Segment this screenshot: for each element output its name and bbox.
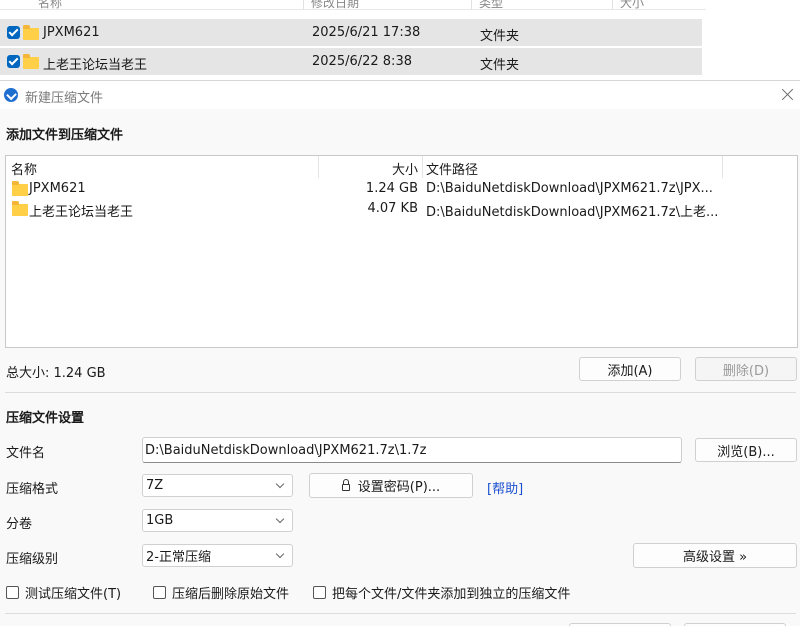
volume-value: 1GB — [146, 513, 174, 528]
new-archive-dialog: 新建压缩文件 添加文件到压缩文件 名称 大小 文件路径 JPXM621 1.24… — [0, 80, 800, 626]
format-value: 7Z — [146, 478, 164, 493]
separate-archives-checkbox[interactable] — [313, 586, 326, 599]
explorer-row-date: 2025/6/21 17:38 — [312, 25, 421, 40]
explorer-col-size[interactable]: 大小 — [620, 0, 644, 11]
list-col-name[interactable]: 名称 — [11, 159, 37, 178]
total-size-label: 总大小: 1.24 GB — [6, 366, 106, 381]
file-name: 上老王论坛当老王 — [29, 205, 134, 220]
file-path: D:\BaiduNetdiskDownload\JPXM621.7z\上老... — [426, 205, 719, 220]
column-separator — [422, 156, 423, 178]
test-archive-checkbox[interactable] — [6, 586, 19, 599]
close-icon[interactable] — [778, 85, 798, 105]
explorer-row-name: JPXM621 — [43, 25, 100, 40]
format-select[interactable]: 7Z — [142, 474, 293, 497]
divider — [5, 613, 796, 614]
filename-input[interactable]: D:\BaiduNetdiskDownload\JPXM621.7z\1.7z — [142, 437, 682, 463]
explorer-row-name: 上老王论坛当老王 — [43, 58, 148, 73]
archive-settings-section-title: 压缩文件设置 — [6, 411, 85, 426]
explorer-row-type: 文件夹 — [480, 29, 520, 44]
add-button[interactable]: 添加(A) — [579, 357, 681, 381]
level-value: 2-正常压缩 — [146, 550, 211, 565]
list-col-size[interactable]: 大小 — [326, 159, 418, 178]
add-files-section-title: 添加文件到压缩文件 — [6, 128, 124, 143]
explorer-background: 名称 修改日期 类型 大小 JPXM621 2025/6/21 17:38 文件… — [0, 0, 800, 80]
filename-label: 文件名 — [6, 446, 46, 461]
volume-label: 分卷 — [6, 517, 33, 532]
format-label: 压缩格式 — [6, 482, 59, 497]
folder-icon — [23, 54, 39, 69]
folder-icon — [12, 201, 28, 216]
advanced-settings-button[interactable]: 高级设置 » — [633, 543, 797, 568]
level-select[interactable]: 2-正常压缩 — [142, 544, 293, 567]
delete-after-option[interactable]: 压缩后删除原始文件 — [153, 583, 289, 602]
list-col-path[interactable]: 文件路径 — [426, 159, 478, 178]
set-password-button[interactable]: 设置密码(P)... — [309, 473, 473, 498]
column-separator — [303, 0, 304, 10]
column-separator — [612, 0, 613, 10]
explorer-row-type: 文件夹 — [480, 58, 520, 73]
chevron-down-icon — [275, 479, 285, 489]
help-link[interactable]: [帮助] — [487, 478, 523, 497]
row-checkbox[interactable] — [7, 26, 20, 39]
file-size: 1.24 GB — [365, 181, 418, 196]
app-logo-icon — [4, 88, 18, 102]
explorer-col-name[interactable]: 名称 — [38, 0, 62, 11]
column-separator — [471, 0, 472, 10]
set-password-label: 设置密码(P)... — [357, 480, 441, 495]
chevron-down-icon — [275, 514, 285, 524]
browse-button[interactable]: 浏览(B)... — [695, 438, 797, 462]
list-item[interactable]: JPXM621 1.24 GB D:\BaiduNetdiskDownload\… — [6, 179, 797, 199]
folder-icon — [23, 25, 39, 40]
test-archive-label: 测试压缩文件(T) — [25, 587, 122, 602]
explorer-col-date[interactable]: 修改日期 — [311, 0, 359, 11]
folder-icon — [12, 181, 28, 196]
lock-icon — [341, 478, 350, 491]
test-archive-option[interactable]: 测试压缩文件(T) — [6, 583, 121, 602]
file-size: 4.07 KB — [367, 201, 418, 216]
delete-after-label: 压缩后删除原始文件 — [172, 587, 290, 602]
delete-after-checkbox[interactable] — [153, 586, 166, 599]
file-name: JPXM621 — [29, 181, 86, 196]
explorer-row-date: 2025/6/22 8:38 — [312, 54, 412, 69]
column-separator — [318, 156, 319, 178]
row-checkbox[interactable] — [7, 55, 20, 68]
file-path: D:\BaiduNetdiskDownload\JPXM621.7z\JPX..… — [426, 181, 713, 196]
volume-select[interactable]: 1GB — [142, 509, 293, 532]
separate-archives-label: 把每个文件/文件夹添加到独立的压缩文件 — [332, 587, 571, 602]
explorer-column-header: 名称 修改日期 类型 大小 — [0, 0, 706, 10]
explorer-col-type[interactable]: 类型 — [479, 0, 503, 11]
chevron-down-icon — [275, 549, 285, 559]
delete-button[interactable]: 删除(D) — [695, 357, 797, 381]
explorer-row[interactable]: JPXM621 2025/6/21 17:38 文件夹 — [0, 19, 702, 46]
file-list-header: 名称 大小 文件路径 — [6, 156, 797, 178]
dialog-title: 新建压缩文件 — [25, 91, 104, 106]
dialog-titlebar[interactable]: 新建压缩文件 — [0, 81, 800, 109]
file-list[interactable]: 名称 大小 文件路径 JPXM621 1.24 GB D:\BaiduNetdi… — [5, 155, 798, 348]
column-separator — [722, 156, 723, 178]
explorer-row[interactable]: 上老王论坛当老王 2025/6/22 8:38 文件夹 — [0, 48, 702, 75]
divider — [5, 392, 796, 393]
separate-archives-option[interactable]: 把每个文件/文件夹添加到独立的压缩文件 — [313, 583, 570, 602]
level-label: 压缩级别 — [6, 552, 59, 567]
list-item[interactable]: 上老王论坛当老王 4.07 KB D:\BaiduNetdiskDownload… — [6, 199, 797, 220]
